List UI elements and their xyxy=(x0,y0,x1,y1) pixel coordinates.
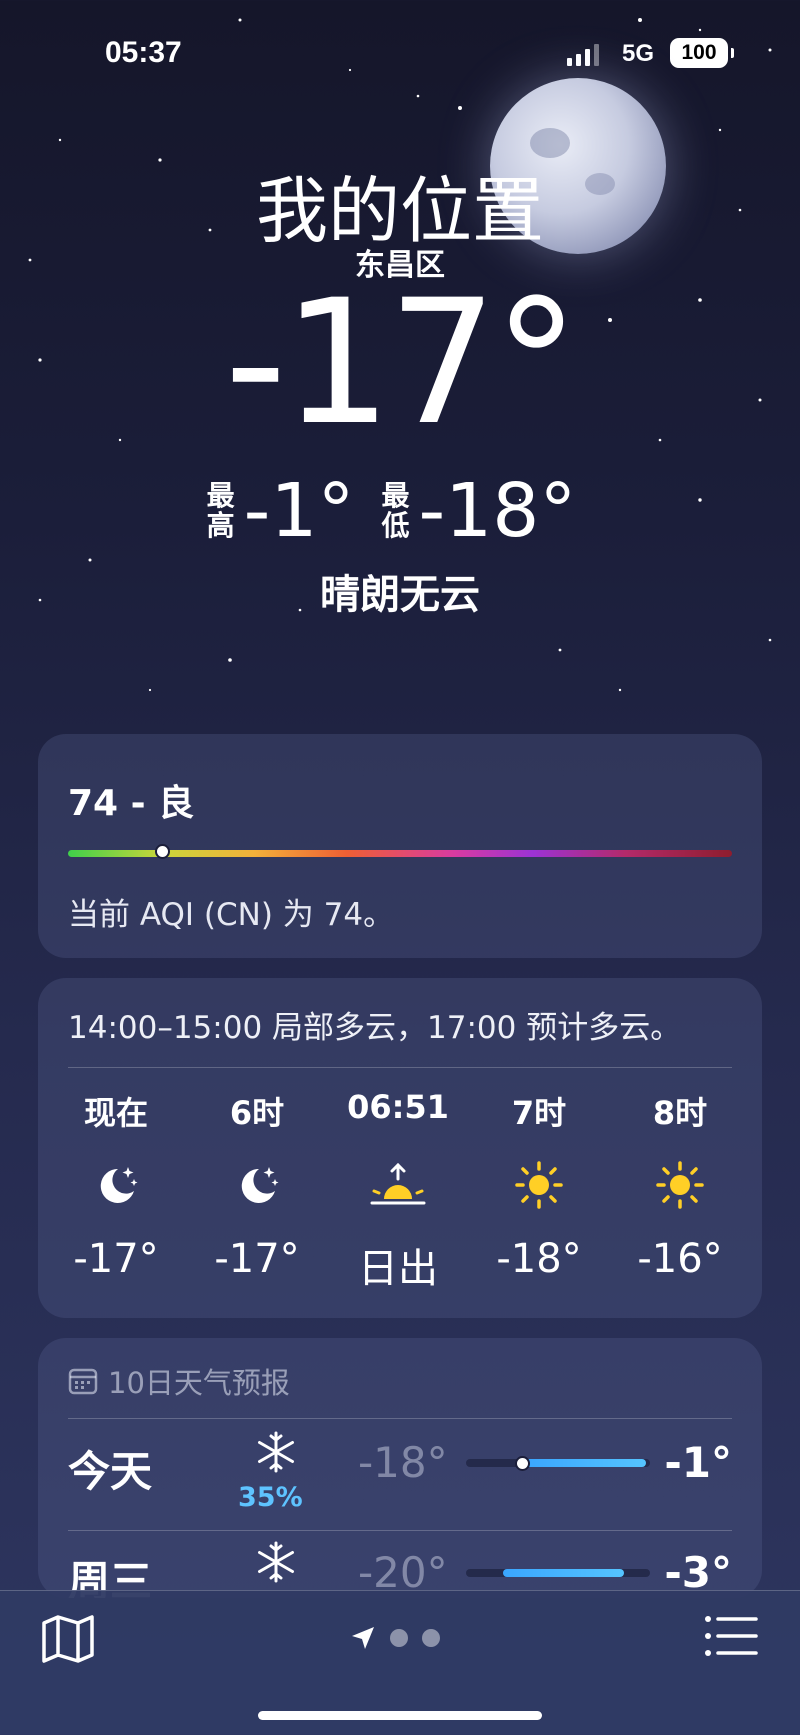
aqi-indicator xyxy=(154,844,170,859)
aqi-description: 当前 AQI (CN) 为 74。 xyxy=(68,897,395,933)
daily-header: 10日天气预报 xyxy=(68,1360,290,1402)
hour-label: 6时 xyxy=(229,1094,285,1132)
moon-stars-icon xyxy=(48,1154,184,1216)
low-label: 最低 xyxy=(381,479,410,542)
divider xyxy=(68,1067,732,1068)
day-name: 今天 xyxy=(68,1447,153,1496)
hourly-summary: 14:00–15:00 局部多云，17:00 预计多云。 xyxy=(68,1010,682,1046)
snowflake-icon xyxy=(246,1540,306,1588)
hour-item: 06:51 日出 xyxy=(330,1088,466,1294)
calendar-icon xyxy=(68,1368,98,1395)
network-type: 5G xyxy=(622,40,655,67)
hour-label: 7时 xyxy=(511,1094,567,1132)
low-value: -18° xyxy=(418,468,577,554)
sun-icon xyxy=(612,1154,748,1216)
hour-item: 8时 -16° xyxy=(612,1088,748,1294)
high-low-row: 最高 -1° 最低 -18° xyxy=(0,468,800,554)
signal-icon xyxy=(567,44,599,66)
status-time: 05:37 xyxy=(105,36,182,69)
location-arrow-icon xyxy=(352,1627,374,1649)
temperature-range-bar xyxy=(466,1569,650,1577)
day-row[interactable]: 周三 -20° -3° xyxy=(68,1530,732,1598)
day-high: -1° xyxy=(664,1438,732,1487)
status-bar: 05:37 5G 100 xyxy=(0,0,800,100)
divider xyxy=(68,1418,732,1419)
moon-stars-icon xyxy=(189,1154,325,1216)
hour-temperature: -16° xyxy=(637,1236,723,1282)
daily-title: 10日天气预报 xyxy=(108,1366,290,1400)
hour-item: 7时 -18° xyxy=(471,1088,607,1294)
range-fill xyxy=(502,1569,625,1577)
current-temperature: -17° xyxy=(224,262,580,463)
hour-item: 6时 -17° xyxy=(189,1088,325,1294)
aqi-title: 74 - 良 xyxy=(68,783,195,824)
hourly-list[interactable]: 现在 -17° 6时 -17° 06:51 日出 7时 -18° 8时 -16° xyxy=(48,1088,748,1294)
high-label: 最高 xyxy=(206,479,235,542)
hour-temperature: -17° xyxy=(73,1236,159,1282)
hour-temperature: 日出 xyxy=(358,1246,438,1292)
precipitation-chance: 35% xyxy=(238,1482,303,1513)
page-indicator[interactable] xyxy=(350,1625,440,1651)
daily-forecast-card[interactable]: 10日天气预报 今天 35% -18° -1° 周三 -20° -3° xyxy=(38,1338,762,1598)
current-temp-marker xyxy=(515,1456,531,1471)
page-dot[interactable] xyxy=(390,1629,408,1647)
hour-label: 8时 xyxy=(652,1094,708,1132)
day-row[interactable]: 今天 35% -18° -1° xyxy=(68,1420,732,1520)
hour-label: 06:51 xyxy=(347,1088,449,1126)
weather-condition: 晴朗无云 xyxy=(320,572,480,618)
list-icon[interactable] xyxy=(704,1613,758,1663)
home-indicator[interactable] xyxy=(258,1711,542,1720)
hourly-forecast-card[interactable]: 14:00–15:00 局部多云，17:00 预计多云。 现在 -17° 6时 … xyxy=(38,978,762,1318)
hour-label: 现在 xyxy=(83,1094,148,1132)
temperature-range-bar xyxy=(466,1456,650,1471)
sun-icon xyxy=(471,1154,607,1216)
sunrise-icon xyxy=(330,1154,466,1216)
high-value: -1° xyxy=(243,468,355,554)
range-fill xyxy=(524,1459,647,1467)
hour-item: 现在 -17° xyxy=(48,1088,184,1294)
snowflake-icon xyxy=(246,1430,306,1478)
bottom-toolbar xyxy=(0,1590,800,1735)
map-icon[interactable] xyxy=(40,1613,96,1669)
hour-temperature: -18° xyxy=(496,1236,582,1282)
hour-temperature: -17° xyxy=(214,1236,300,1282)
battery-icon: 100 xyxy=(670,38,734,68)
day-low: -18° xyxy=(358,1438,448,1487)
aqi-card[interactable]: 74 - 良 当前 AQI (CN) 为 74。 xyxy=(38,734,762,958)
page-dot[interactable] xyxy=(422,1629,440,1647)
